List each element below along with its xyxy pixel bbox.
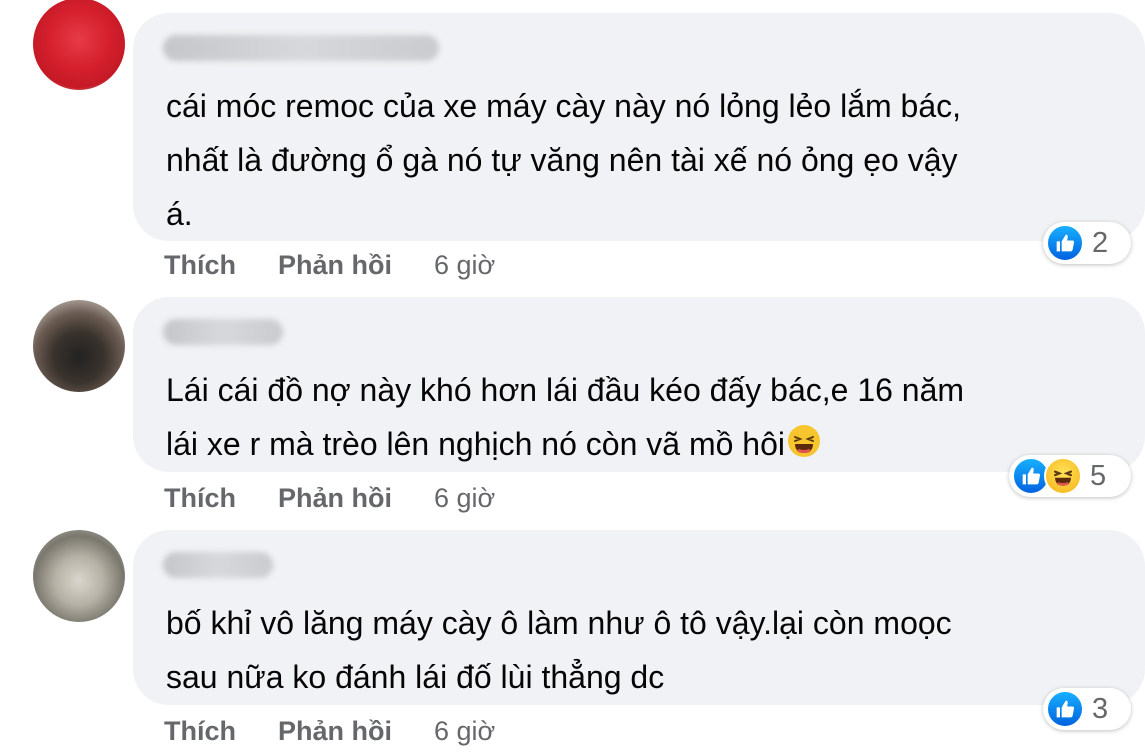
reaction-summary[interactable]: 5 <box>1009 455 1131 497</box>
comment-text: bố khỉ vô lăng máy cày ô làm như ô tô vậ… <box>166 605 952 695</box>
haha-reaction-icon <box>1044 457 1082 495</box>
comment-actions: Thích Phản hồi 6 giờ <box>164 250 495 281</box>
avatar[interactable] <box>33 530 125 622</box>
comment-bubble: Lái cái đồ nợ này khó hơn lái đầu kéo đấ… <box>133 297 1145 472</box>
avatar[interactable] <box>33 0 125 90</box>
comment-actions: Thích Phản hồi 6 giờ <box>164 716 495 747</box>
reply-button[interactable]: Phản hồi <box>278 716 392 747</box>
comment-text-content: Lái cái đồ nợ này khó hơn lái đầu kéo đấ… <box>166 372 965 462</box>
reaction-count: 5 <box>1090 459 1107 492</box>
like-reaction-icon <box>1046 224 1084 262</box>
like-button[interactable]: Thích <box>164 483 236 514</box>
comment-actions: Thích Phản hồi 6 giờ <box>164 483 495 514</box>
comment-timestamp[interactable]: 6 giờ <box>434 250 495 281</box>
reaction-count: 2 <box>1092 226 1109 259</box>
author-name-blurred[interactable] <box>163 35 439 61</box>
comment-bubble: bố khỉ vô lăng máy cày ô làm như ô tô vậ… <box>133 530 1145 705</box>
comment-text: cái móc remoc của xe máy cày này nó lỏng… <box>166 88 962 232</box>
comment-text: Lái cái đồ nợ này khó hơn lái đầu kéo đấ… <box>166 363 1115 474</box>
like-button[interactable]: Thích <box>164 250 236 281</box>
reply-button[interactable]: Phản hồi <box>278 250 392 281</box>
author-name-blurred[interactable] <box>163 319 283 345</box>
laughing-emoji-icon <box>787 420 821 474</box>
author-name-blurred[interactable] <box>163 552 273 578</box>
reaction-count: 3 <box>1092 692 1109 725</box>
comment-timestamp[interactable]: 6 giờ <box>434 483 495 514</box>
comment-timestamp[interactable]: 6 giờ <box>434 716 495 747</box>
avatar[interactable] <box>33 300 125 392</box>
comment-bubble: cái móc remoc của xe máy cày này nó lỏng… <box>133 13 1145 241</box>
reaction-summary[interactable]: 3 <box>1043 688 1131 730</box>
like-button[interactable]: Thích <box>164 716 236 747</box>
reply-button[interactable]: Phản hồi <box>278 483 392 514</box>
like-reaction-icon <box>1046 690 1084 728</box>
reaction-summary[interactable]: 2 <box>1043 222 1131 264</box>
